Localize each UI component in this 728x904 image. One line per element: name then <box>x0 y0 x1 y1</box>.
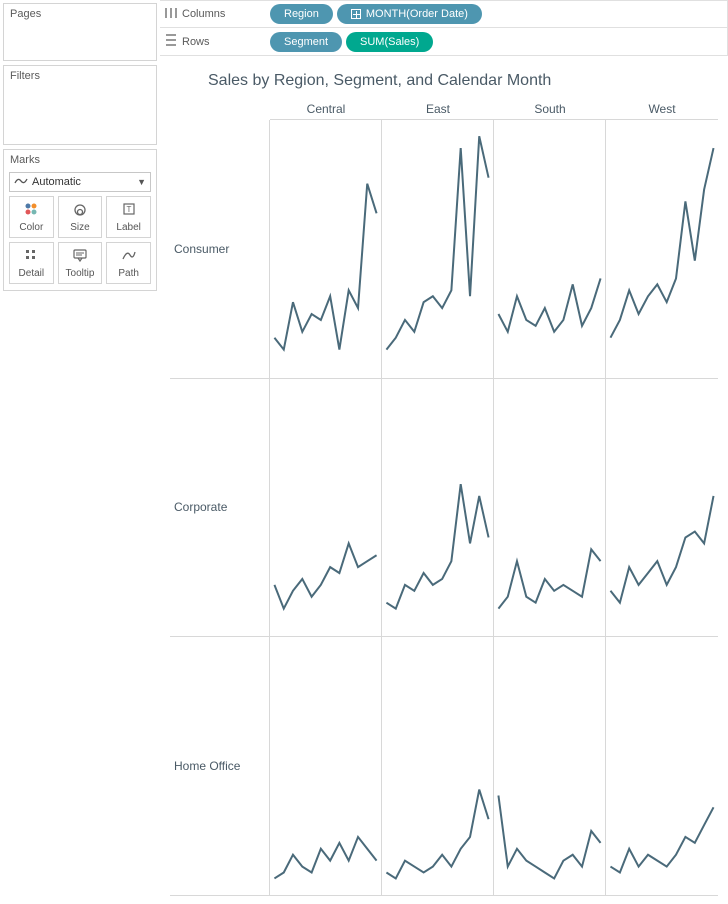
mark-label: Size <box>70 222 89 233</box>
visualization: Sales by Region, Segment, and Calendar M… <box>160 56 728 904</box>
detail-icon <box>23 247 39 266</box>
pill-segment[interactable]: Segment <box>270 32 342 52</box>
label-icon: T <box>121 201 137 220</box>
marks-title: Marks <box>4 150 156 170</box>
col-header[interactable]: West <box>606 98 718 120</box>
pill-region[interactable]: Region <box>270 4 333 24</box>
chart-cell[interactable] <box>270 637 382 896</box>
filters-panel: Filters <box>3 65 157 145</box>
rows-pills: Segment SUM(Sales) <box>270 32 433 52</box>
chart-cell[interactable] <box>494 637 606 896</box>
pages-panel: Pages <box>3 3 157 61</box>
pill-label: Segment <box>284 36 328 48</box>
marks-buttons: Color Size T Label Detail Tooltip <box>4 196 156 284</box>
path-button[interactable]: Path <box>106 242 151 284</box>
row-header[interactable]: Corporate <box>170 379 270 638</box>
viz-title: Sales by Region, Segment, and Calendar M… <box>208 72 718 90</box>
col-header[interactable]: South <box>494 98 606 120</box>
chart-cell[interactable] <box>494 379 606 638</box>
chart-cell[interactable] <box>270 120 382 379</box>
chart-cell[interactable] <box>382 379 494 638</box>
chart-cell[interactable] <box>382 120 494 379</box>
columns-text: Columns <box>182 8 225 20</box>
tooltip-button[interactable]: Tooltip <box>58 242 103 284</box>
tooltip-icon <box>72 247 88 266</box>
row-header[interactable]: Home Office <box>170 637 270 896</box>
pill-month-order-date-[interactable]: MONTH(Order Date) <box>337 4 482 24</box>
detail-button[interactable]: Detail <box>9 242 54 284</box>
rows-icon <box>164 33 178 50</box>
size-icon <box>72 201 88 220</box>
color-icon <box>23 201 39 220</box>
rows-shelf-label: Rows <box>164 33 264 50</box>
mark-label: Path <box>118 268 139 279</box>
mark-label: Detail <box>19 268 45 279</box>
marks-type-dropdown[interactable]: Automatic ▼ <box>9 172 151 192</box>
pill-label: MONTH(Order Date) <box>366 8 468 20</box>
main: Columns Region MONTH(Order Date) Rows Seg… <box>160 0 728 904</box>
rows-shelf[interactable]: Rows Segment SUM(Sales) <box>160 28 728 56</box>
pill-sum-sales-[interactable]: SUM(Sales) <box>346 32 433 52</box>
path-icon <box>121 247 137 266</box>
chart-grid: CentralEastSouthWest ConsumerCorporateHom… <box>170 98 718 896</box>
mark-label: Tooltip <box>66 268 95 279</box>
line-icon <box>14 176 28 189</box>
col-header[interactable]: East <box>382 98 494 120</box>
chart-cell[interactable] <box>606 120 718 379</box>
marks-dropdown-label: Automatic <box>32 176 81 188</box>
columns-shelf[interactable]: Columns Region MONTH(Order Date) <box>160 0 728 28</box>
chart-cell[interactable] <box>382 637 494 896</box>
col-header[interactable]: Central <box>270 98 382 120</box>
chevron-down-icon: ▼ <box>137 177 146 187</box>
columns-pills: Region MONTH(Order Date) <box>270 4 482 24</box>
chart-cell[interactable] <box>270 379 382 638</box>
mark-label: Color <box>19 222 43 233</box>
pill-label: Region <box>284 8 319 20</box>
mark-label: Label <box>116 222 140 233</box>
chart-cell[interactable] <box>606 379 718 638</box>
pill-label: SUM(Sales) <box>360 36 419 48</box>
sidebar: Pages Filters Marks Automatic ▼ Color <box>0 0 160 904</box>
marks-panel: Marks Automatic ▼ Color Size T <box>3 149 157 291</box>
rows-text: Rows <box>182 36 210 48</box>
chart-cell[interactable] <box>494 120 606 379</box>
expand-icon <box>351 9 361 19</box>
pages-title: Pages <box>4 4 156 24</box>
svg-text:T: T <box>126 205 131 214</box>
label-button[interactable]: T Label <box>106 196 151 238</box>
chart-cell[interactable] <box>606 637 718 896</box>
columns-shelf-label: Columns <box>164 6 264 23</box>
row-header[interactable]: Consumer <box>170 120 270 379</box>
columns-icon <box>164 6 178 23</box>
color-button[interactable]: Color <box>9 196 54 238</box>
size-button[interactable]: Size <box>58 196 103 238</box>
filters-title: Filters <box>4 66 156 86</box>
